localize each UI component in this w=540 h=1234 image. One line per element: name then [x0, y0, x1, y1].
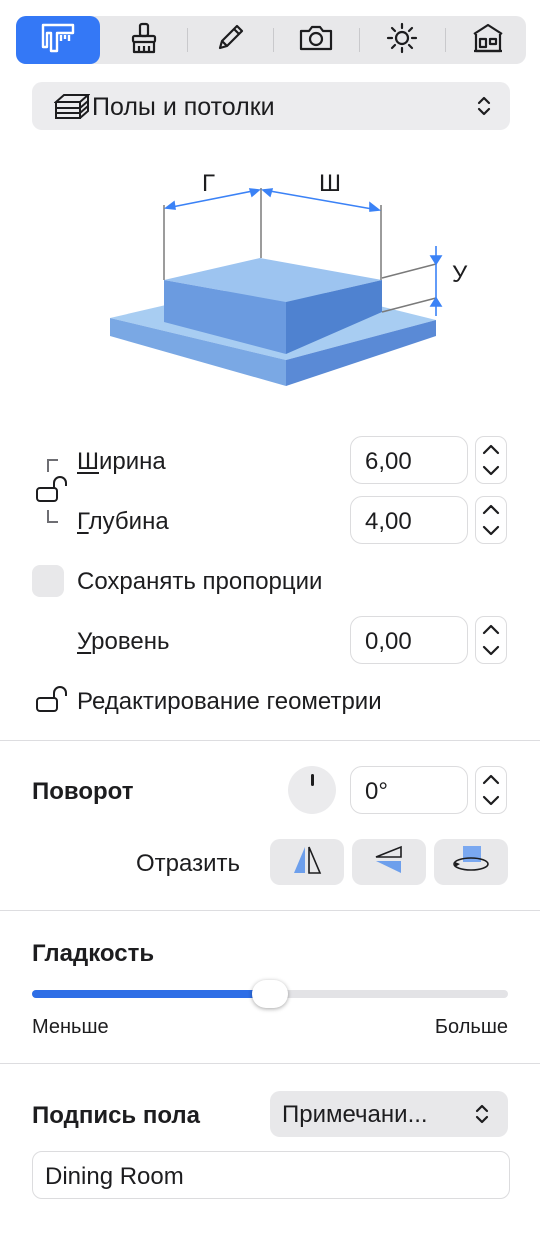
tab-paint[interactable] — [102, 16, 186, 64]
category-selector[interactable]: Полы и потолки — [32, 82, 510, 130]
diagram-height-label: У — [452, 261, 468, 288]
floor-slab-icon — [53, 92, 91, 127]
rotation-title: Поворот — [32, 778, 134, 805]
level-label: Уровень — [77, 628, 170, 655]
smoothness-min-label: Меньше — [32, 1016, 109, 1038]
updown-chevron-icon — [476, 94, 492, 123]
pencil-icon — [214, 22, 246, 59]
divider — [0, 1063, 540, 1064]
floor-label-popup[interactable]: Примечани... — [270, 1091, 508, 1137]
tab-camera[interactable] — [274, 16, 358, 64]
mirror-rotate-button[interactable] — [434, 839, 508, 885]
rotate-3d-icon — [451, 844, 491, 881]
inspector-toolbar — [16, 16, 526, 64]
rotation-field[interactable]: 0° — [350, 766, 468, 814]
smoothness-title: Гладкость — [32, 940, 155, 967]
width-stepper[interactable] — [475, 436, 507, 484]
depth-label: Глубина — [77, 508, 169, 535]
keep-proportions-checkbox[interactable] — [32, 565, 64, 597]
level-field[interactable]: 0,00 — [350, 616, 468, 664]
edit-geometry-label: Редактирование геометрии — [77, 688, 382, 715]
mirror-label: Отразить — [136, 850, 240, 877]
house-icon — [471, 22, 505, 59]
mirror-horizontal-button[interactable] — [270, 839, 344, 885]
category-label: Полы и потолки — [92, 93, 275, 121]
caliper-icon — [39, 21, 77, 60]
tab-pencil[interactable] — [188, 16, 272, 64]
paint-brush-icon — [129, 22, 159, 59]
smoothness-max-label: Больше — [434, 1016, 508, 1038]
flip-horizontal-icon — [291, 845, 323, 880]
divider — [0, 740, 540, 741]
edit-geometry-lock-icon[interactable] — [34, 684, 70, 723]
depth-stepper[interactable] — [475, 496, 507, 544]
diagram-width-label: Ш — [319, 170, 341, 197]
diagram-depth-label: Г — [202, 170, 215, 197]
width-depth-lock-icon[interactable] — [34, 474, 70, 513]
dimensions-diagram: Г Ш У — [100, 160, 480, 395]
smoothness-slider-thumb[interactable] — [252, 980, 288, 1008]
tab-light[interactable] — [360, 16, 444, 64]
width-field[interactable]: 6,00 — [350, 436, 468, 484]
sun-icon — [386, 22, 418, 59]
tab-measure[interactable] — [16, 16, 100, 64]
level-stepper[interactable] — [475, 616, 507, 664]
floor-label-text-field[interactable]: Dining Room — [32, 1151, 510, 1199]
updown-chevron-icon — [474, 1102, 490, 1131]
mirror-vertical-button[interactable] — [352, 839, 426, 885]
keep-proportions-label: Сохранять пропорции — [77, 568, 323, 595]
floor-label-title: Подпись пола — [32, 1102, 200, 1129]
floor-label-popup-value: Примечани... — [282, 1101, 428, 1128]
rotation-stepper[interactable] — [475, 766, 507, 814]
width-label: Ширина — [77, 448, 166, 475]
flip-vertical-icon — [373, 845, 405, 880]
divider — [0, 910, 540, 911]
depth-field[interactable]: 4,00 — [350, 496, 468, 544]
tab-building[interactable] — [446, 16, 530, 64]
camera-icon — [298, 23, 334, 58]
rotation-dial[interactable] — [288, 766, 336, 814]
smoothness-slider-fill — [32, 990, 270, 998]
